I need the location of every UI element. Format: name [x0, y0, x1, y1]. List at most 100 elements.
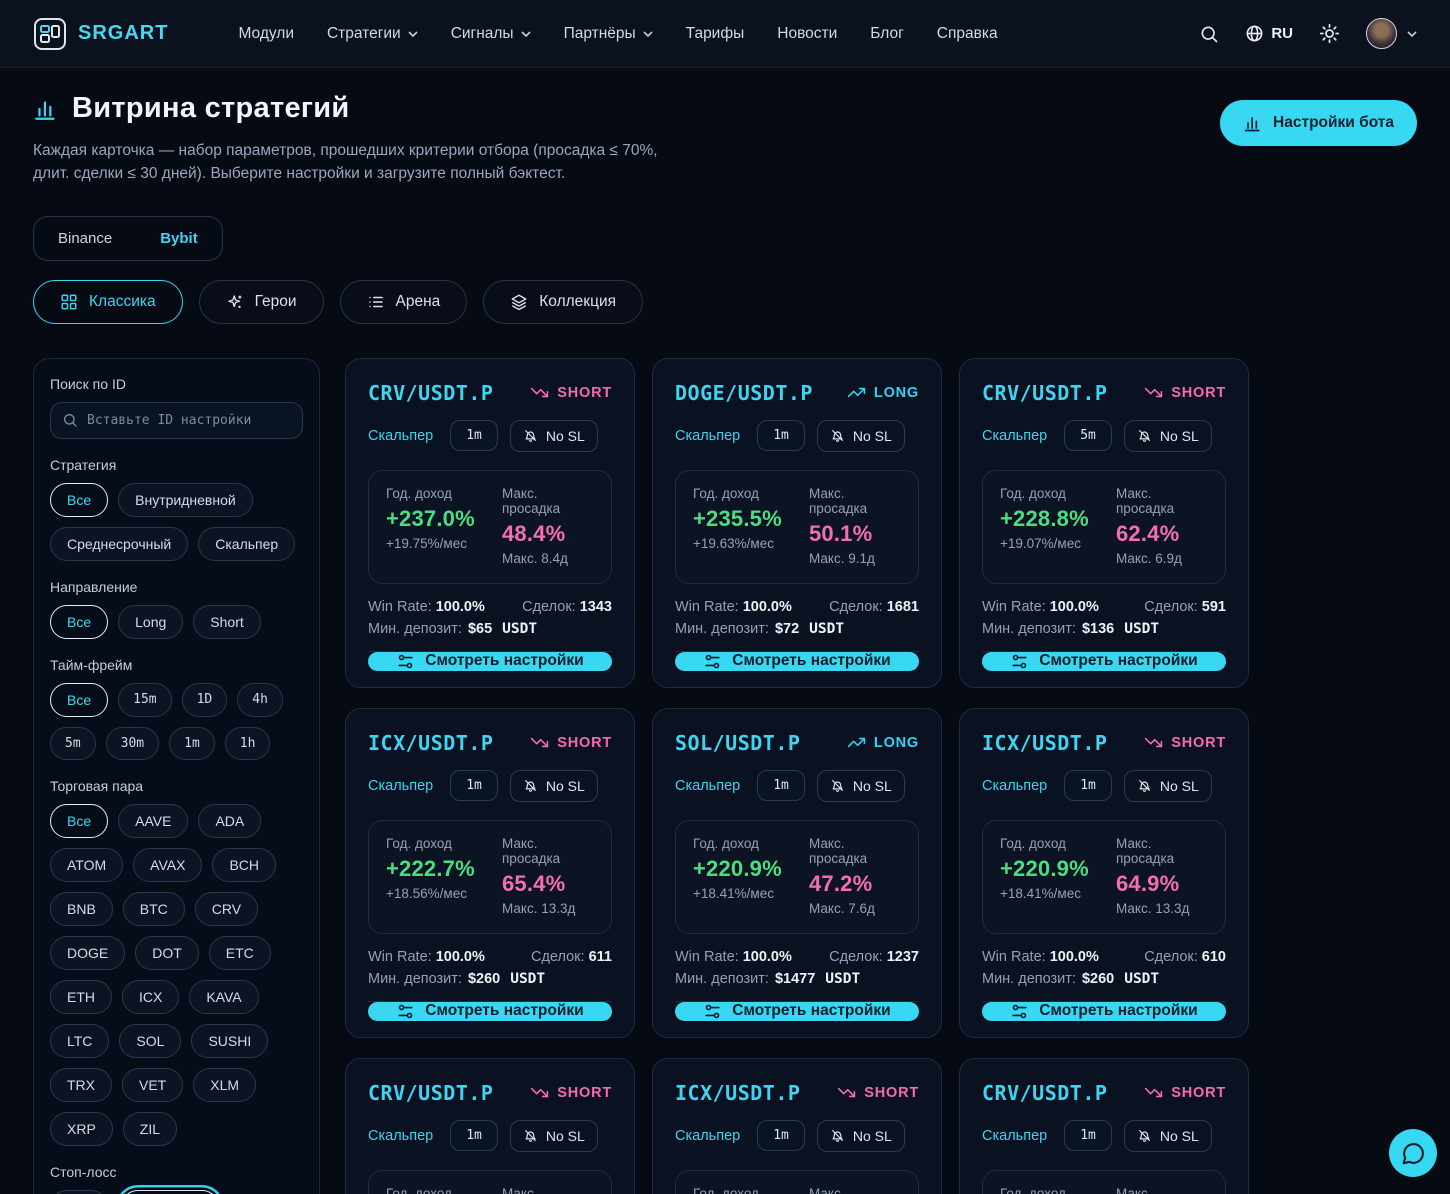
filter-chip[interactable]: VET: [122, 1068, 183, 1102]
search-id-input[interactable]: [50, 402, 303, 439]
tab-classic[interactable]: Классика: [33, 280, 183, 324]
nav-item-strategies[interactable]: Стратегии: [327, 25, 418, 43]
filter-chip[interactable]: 1D: [182, 683, 228, 717]
filter-chip[interactable]: 30m: [106, 727, 159, 760]
language-switcher[interactable]: RU: [1245, 24, 1293, 43]
deposit-value: $260: [468, 971, 500, 987]
filter-chip-group-strategy: Все Внутридневной Среднесрочный Скальпер: [50, 483, 303, 561]
filter-chip[interactable]: KAVA: [189, 980, 258, 1014]
yield-label: Год. доход: [386, 486, 478, 501]
no-stoploss-chip: No SL: [1124, 420, 1212, 452]
view-settings-button[interactable]: Смотреть настройки: [368, 1002, 612, 1021]
filter-chip[interactable]: ICX: [122, 980, 179, 1014]
filter-chip[interactable]: ETH: [50, 980, 112, 1014]
filter-chip[interactable]: AVAX: [133, 848, 202, 882]
sliders-icon: [396, 1002, 415, 1021]
bell-off-icon: [830, 1128, 845, 1143]
filter-chip[interactable]: 4h: [237, 683, 283, 717]
search-button[interactable]: [1199, 24, 1219, 44]
filter-chip[interactable]: Внутридневной: [118, 483, 253, 517]
filter-chip[interactable]: Long: [118, 605, 183, 639]
tab-binance[interactable]: Binance: [34, 217, 136, 260]
nav-item-modules[interactable]: Модули: [238, 25, 294, 43]
nav-item-news[interactable]: Новости: [777, 25, 837, 43]
bell-off-icon: [523, 1128, 538, 1143]
filter-chip[interactable]: DOGE: [50, 936, 125, 970]
nav-item-tariffs[interactable]: Тарифы: [686, 25, 745, 43]
pair-title: ICX/USDT.P: [675, 1081, 800, 1105]
yield-value: +220.9%: [1000, 856, 1092, 882]
drawdown-days: Макс. 13.3д: [502, 901, 594, 918]
theme-toggle[interactable]: [1319, 23, 1340, 44]
filter-chip[interactable]: BCH: [212, 848, 276, 882]
filter-chip[interactable]: ZIL: [123, 1112, 177, 1146]
view-settings-button[interactable]: Смотреть настройки: [368, 652, 612, 671]
sun-icon: [1319, 23, 1340, 44]
logo[interactable]: SRGART: [33, 17, 168, 51]
trend-down-icon: [1144, 733, 1163, 752]
tab-bybit[interactable]: Bybit: [136, 217, 222, 260]
nav-item-blog[interactable]: Блог: [870, 25, 904, 43]
card-stats: Год. доход +222.7% +18.56%/мес Макс. про…: [368, 820, 612, 934]
filter-chip[interactable]: Все: [50, 683, 108, 717]
bar-chart-icon: [1243, 113, 1263, 133]
deposit-currency: USDT: [825, 971, 860, 987]
filter-chip[interactable]: SOL: [119, 1024, 181, 1058]
nav-item-partners[interactable]: Партнёры: [564, 25, 653, 43]
filter-chip[interactable]: Среднесрочный: [50, 527, 188, 561]
chat-button[interactable]: [1389, 1129, 1437, 1177]
trades-label: Сделок:: [1144, 599, 1198, 615]
filter-chip[interactable]: Все: [50, 483, 108, 517]
nav-item-help[interactable]: Справка: [937, 25, 998, 43]
filter-chip[interactable]: CRV: [195, 892, 258, 926]
filter-chip[interactable]: TRX: [50, 1068, 112, 1102]
trades-label: Сделок:: [1144, 949, 1198, 965]
filter-chip[interactable]: 1h: [225, 727, 271, 760]
bot-settings-button[interactable]: Настройки бота: [1220, 100, 1417, 146]
filter-chip[interactable]: BTC: [123, 892, 185, 926]
filter-chip[interactable]: XRP: [50, 1112, 113, 1146]
filter-chip[interactable]: Short: [193, 605, 260, 639]
view-settings-button[interactable]: Смотреть настройки: [982, 1002, 1226, 1021]
filter-chip[interactable]: XLM: [193, 1068, 256, 1102]
trend-up-icon: [847, 383, 866, 402]
view-settings-button[interactable]: Смотреть настройки: [675, 1002, 919, 1021]
filter-chip[interactable]: Все: [50, 804, 108, 838]
strategy-type-label: Скальпер: [982, 778, 1047, 794]
strategy-type-label: Скальпер: [982, 1128, 1047, 1144]
filter-chip[interactable]: BNB: [50, 892, 113, 926]
filter-chip[interactable]: 15m: [118, 683, 171, 717]
filter-chip[interactable]: LTC: [50, 1024, 109, 1058]
strategy-cards-grid: CRV/USDT.P SHORT Скальпер 1m No SL Год. …: [345, 358, 1249, 1194]
filter-chip[interactable]: Без стопа: [121, 1190, 218, 1194]
filter-chip[interactable]: ADA: [198, 804, 261, 838]
filter-chip[interactable]: AAVE: [118, 804, 188, 838]
filter-chip[interactable]: 1m: [169, 727, 215, 760]
view-settings-button[interactable]: Смотреть настройки: [675, 652, 919, 671]
deposit-label: Мин. депозит:: [368, 971, 462, 987]
bell-off-icon: [523, 428, 538, 443]
view-settings-button[interactable]: Смотреть настройки: [982, 652, 1226, 671]
yield-monthly: +19.63%/мес: [693, 536, 785, 553]
bell-off-icon: [1137, 428, 1152, 443]
bell-off-icon: [1137, 1128, 1152, 1143]
filter-chip[interactable]: ATOM: [50, 848, 123, 882]
no-stoploss-chip: No SL: [817, 1120, 905, 1152]
nav-item-signals[interactable]: Сигналы: [451, 25, 531, 43]
tab-collection[interactable]: Коллекция: [483, 280, 643, 324]
filter-chip[interactable]: 5m: [50, 727, 96, 760]
bell-off-icon: [830, 428, 845, 443]
filter-chip[interactable]: DOT: [135, 936, 199, 970]
tab-arena[interactable]: Арена: [340, 280, 468, 324]
filter-chip[interactable]: Все: [50, 605, 108, 639]
filter-chip[interactable]: ETC: [209, 936, 271, 970]
filter-chip[interactable]: Скальпер: [198, 527, 295, 561]
top-navbar: SRGART Модули Стратегии Сигналы Партнёры…: [0, 0, 1450, 68]
filter-chip[interactable]: SUSHI: [191, 1024, 268, 1058]
filter-chip[interactable]: Все: [50, 1190, 108, 1194]
drawdown-value: 50.1%: [809, 521, 901, 547]
drawdown-label: Макс. просадка: [809, 1186, 901, 1194]
user-menu[interactable]: [1366, 18, 1417, 49]
tab-heroes[interactable]: Герои: [199, 280, 324, 324]
no-stoploss-chip: No SL: [817, 770, 905, 802]
